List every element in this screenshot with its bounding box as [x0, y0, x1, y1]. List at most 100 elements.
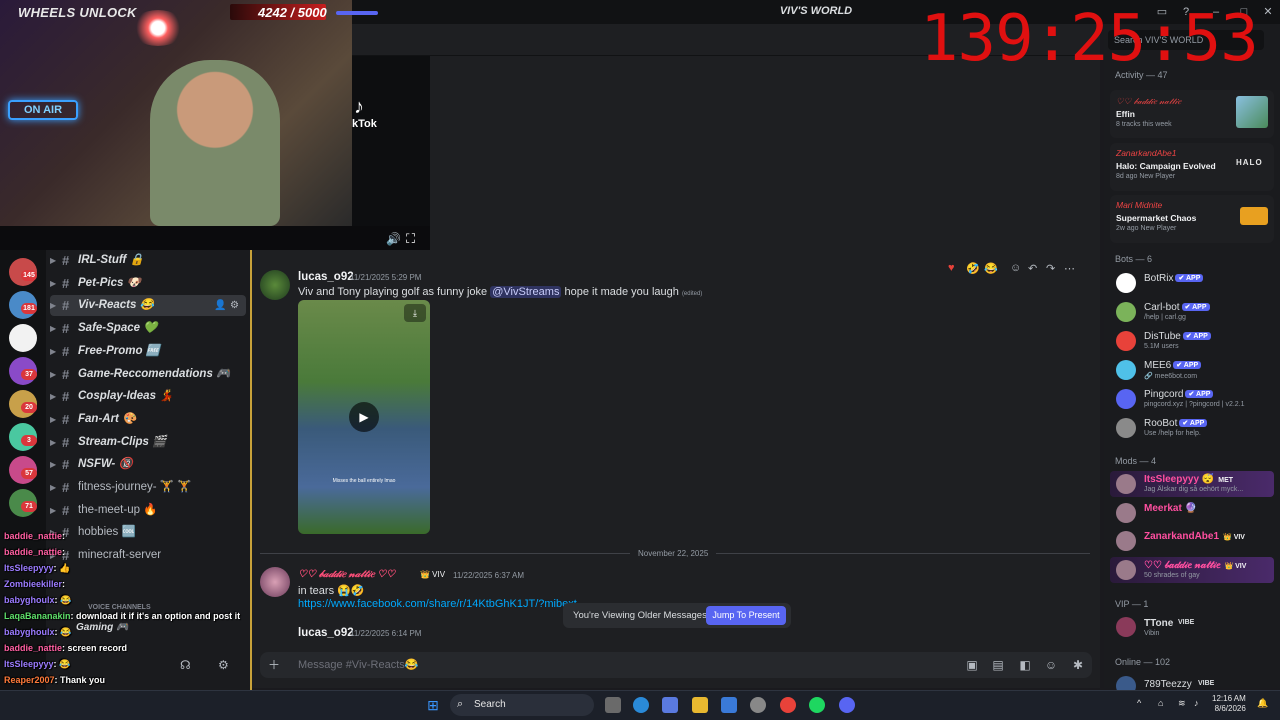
headset-icon[interactable]: ☊ [180, 658, 191, 672]
member-name[interactable]: ♡♡ 𝒷𝒶𝒹𝒹𝒾𝑒 𝓃𝒶𝓉𝓉𝒾𝑒 👑 VIV [1144, 560, 1246, 571]
avatar[interactable] [260, 270, 290, 300]
message-input[interactable] [298, 658, 918, 672]
avatar[interactable] [1116, 331, 1136, 351]
tray-chevron-icon[interactable]: ^ [1137, 698, 1141, 708]
voice-channels-header[interactable]: VOICE CHANNELS [88, 604, 151, 611]
channel-item[interactable]: ▶ # Game-Reccomendations 🎮 [50, 364, 246, 385]
avatar[interactable] [1116, 360, 1136, 380]
message-link[interactable]: https://www.facebook.com/share/r/14KtbGh… [298, 598, 577, 610]
avatar[interactable] [1116, 502, 1136, 523]
app-badge: ✔ APP [1173, 361, 1202, 369]
avatar[interactable] [1116, 418, 1136, 438]
steam-icon[interactable] [750, 697, 766, 713]
message-author[interactable]: lucas_o92 [298, 627, 354, 639]
member-name[interactable]: 789Teezzy [1144, 679, 1192, 690]
avatar[interactable] [1116, 302, 1136, 322]
member-name[interactable]: BotRix ✔ APP [1144, 273, 1204, 284]
close-icon[interactable]: ✕ [1260, 4, 1276, 20]
message-actions: ♥ 🤣 😂 ☺ ↶ ↷ ⋯ [944, 260, 1084, 278]
discord-icon[interactable] [839, 697, 855, 713]
channel-item[interactable]: ▶ # the-meet-up 🔥 [50, 500, 246, 521]
channel-item[interactable]: ▶ # Safe-Space 💚 [50, 318, 246, 339]
message-author[interactable]: ♡♡ 𝒷𝒶𝒹𝒹𝒾𝑒 𝓃𝒶𝓉𝓉𝒾𝑒 ♡♡ [298, 569, 395, 580]
member-name[interactable]: RooBot ✔ APP [1144, 418, 1208, 429]
gif-icon[interactable]: ▤ [990, 657, 1006, 673]
voice-channel-gaming[interactable]: Gaming 🎮 [76, 622, 128, 633]
task-view-icon[interactable] [605, 697, 621, 713]
add-reaction-icon[interactable]: ☺ [1010, 262, 1021, 274]
member-name[interactable]: Carl-bot ✔ APP [1144, 302, 1210, 313]
chevron-right-icon: ▶ [50, 256, 57, 265]
add-attachment-icon[interactable]: ＋ [266, 657, 282, 673]
channel-settings-icon[interactable]: ⚙ [230, 295, 239, 316]
emoji-icon[interactable]: ☺ [1043, 657, 1059, 673]
message-author[interactable]: lucas_o92 [298, 271, 354, 283]
channel-item[interactable]: ▶ # fitness-journey- 🏋 🏋 [50, 477, 246, 498]
volume-slider[interactable] [336, 11, 378, 15]
copilot-icon[interactable] [662, 697, 678, 713]
member-name[interactable]: Meerkat 🔮 [1144, 503, 1197, 514]
notifications-icon[interactable]: 🔔 [1257, 698, 1268, 709]
bot-name: RooBot [1144, 418, 1178, 429]
avatar[interactable] [1116, 273, 1136, 293]
overlay-message: : [62, 547, 66, 557]
edge-icon[interactable] [633, 697, 649, 713]
avatar[interactable] [1116, 559, 1136, 580]
member-name[interactable]: MEE6 ✔ APP [1144, 360, 1202, 371]
channel-label: Viv-Reacts 😂 [78, 299, 154, 312]
fullscreen-icon[interactable]: ⛶ [406, 231, 415, 247]
channel-item[interactable]: ▶ # IRL-Stuff 🔒 [50, 250, 246, 271]
channel-item[interactable]: ▶ # minecraft-server [50, 545, 246, 566]
apps-icon[interactable]: ✱ [1070, 657, 1086, 673]
spotify-icon[interactable] [809, 697, 825, 713]
chrome-icon[interactable] [780, 697, 796, 713]
heart-reaction-icon[interactable]: ♥ [948, 262, 955, 274]
channel-item[interactable]: ▶ # NSFW- 🔞 [50, 454, 246, 475]
overlay-chat-line: baddie_nattie: [4, 547, 65, 557]
joy-reaction-icon[interactable]: 😂 [984, 262, 998, 275]
system-clock[interactable]: 12:16 AM 8/6/2026 [1212, 694, 1246, 714]
channel-item[interactable]: ▶ # Fan-Art 🎨 [50, 409, 246, 430]
bot-name: Carl-bot [1144, 302, 1180, 313]
store-icon[interactable] [721, 697, 737, 713]
channel-item[interactable]: ▶ # Free-Promo 🆓 [50, 341, 246, 362]
taskbar-search[interactable] [450, 694, 594, 716]
forward-icon[interactable]: ↷ [1046, 262, 1055, 275]
settings-icon[interactable]: ⚙ [218, 658, 229, 672]
member-name[interactable]: ZanarkandAbe1 👑 VIV [1144, 531, 1245, 542]
channel-label: Cosplay-Ideas 💃 [78, 390, 174, 403]
reply-icon[interactable]: ↶ [1028, 262, 1037, 275]
member-name[interactable]: ItsSleepyyy 😴 MET [1144, 474, 1233, 485]
channel-item[interactable]: ▶ # Cosplay-Ideas 💃 [50, 386, 246, 407]
play-icon[interactable]: ▶ [349, 402, 379, 432]
channel-item[interactable]: ▶ # Stream-Clips 🎬 [50, 432, 246, 453]
file-explorer-icon[interactable] [692, 697, 708, 713]
jump-to-present-button[interactable]: Jump To Present [706, 606, 786, 625]
volume-icon[interactable]: 🔊 [386, 232, 401, 246]
user-mention[interactable]: @VivStreams [490, 286, 562, 298]
channel-item[interactable]: ▶ # Viv-Reacts 😂 👤 ⚙ [50, 295, 246, 317]
member-name[interactable]: Pingcord ✔ APP [1144, 389, 1214, 400]
laugh-reaction-icon[interactable]: 🤣 [966, 262, 980, 275]
windows-start-icon[interactable]: ⊞ [425, 697, 441, 713]
avatar[interactable] [1116, 531, 1136, 551]
avatar[interactable] [1116, 389, 1136, 409]
avatar[interactable] [1116, 617, 1136, 637]
more-icon[interactable]: ⋯ [1064, 262, 1075, 275]
wifi-icon[interactable]: ≋ [1178, 698, 1186, 709]
server-icon[interactable] [9, 324, 37, 352]
member-name[interactable]: DisTube ✔ APP [1144, 331, 1211, 342]
channel-item[interactable]: ▶ # Pet-Pics 🐶 [50, 273, 246, 294]
download-icon[interactable]: ⤓ [404, 304, 426, 322]
volume-tray-icon[interactable]: ♪ [1194, 698, 1199, 708]
gift-icon[interactable]: ▣ [964, 657, 980, 673]
sticker-icon[interactable]: ◧ [1017, 657, 1033, 673]
member-name[interactable]: TTone [1144, 618, 1173, 629]
channel-item[interactable]: ▶ # hobbies 🆒 [50, 522, 246, 543]
chevron-right-icon: ▶ [50, 437, 57, 447]
channel-label: Stream-Clips 🎬 [78, 435, 167, 448]
invite-icon[interactable]: 👤 [214, 295, 226, 316]
avatar[interactable] [1116, 474, 1136, 494]
network-icon[interactable]: ⌂ [1158, 698, 1163, 708]
avatar[interactable] [260, 567, 290, 597]
